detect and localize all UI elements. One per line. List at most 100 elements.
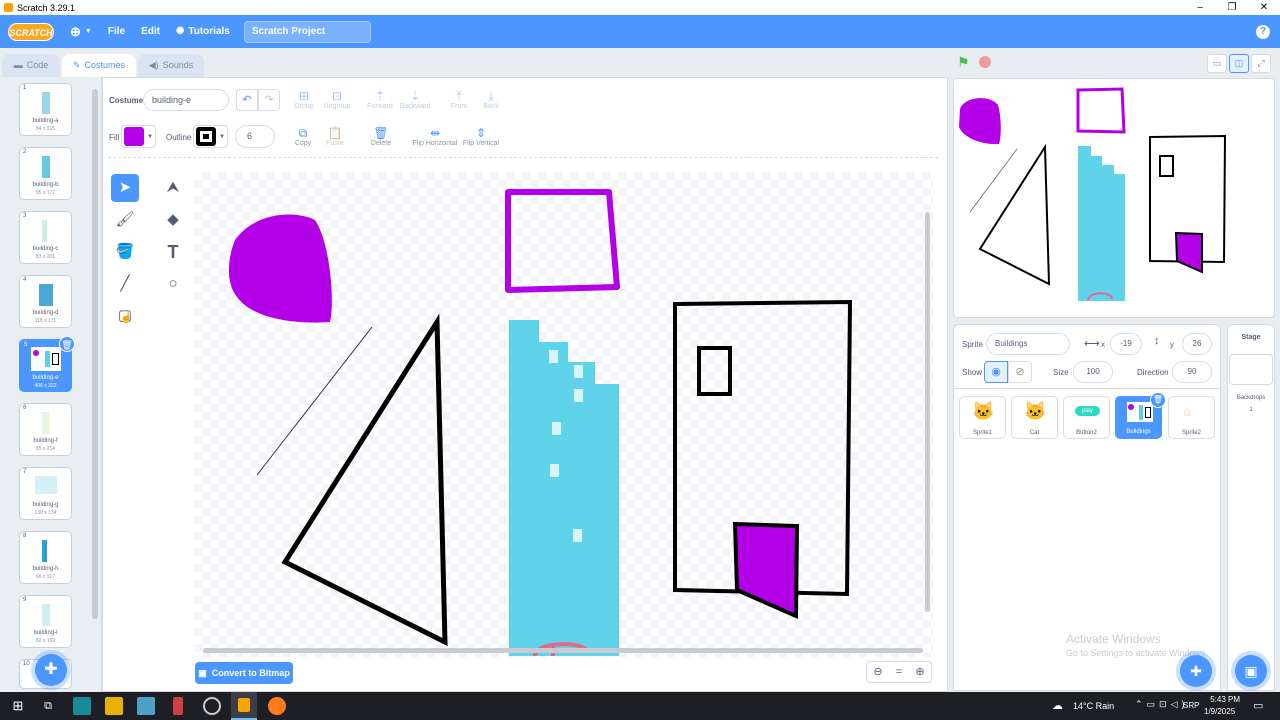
y-input[interactable]: 26 [1182, 333, 1212, 355]
costume-thumbnail [42, 540, 47, 562]
eraser-tool[interactable]: ◆ [159, 206, 187, 234]
small-stage-icon[interactable]: ▭ [1207, 54, 1227, 73]
direction-input[interactable]: 90 [1172, 361, 1212, 383]
delete-costume-icon[interactable]: 🗑 [59, 336, 75, 352]
circle-tool[interactable]: ○ [159, 270, 187, 298]
restore-button[interactable]: ❐ [1216, 0, 1248, 15]
zoom-reset-button[interactable]: = [889, 662, 909, 682]
front-button[interactable]: ⤒ Front [448, 89, 470, 110]
taskbar-app-icon[interactable] [73, 697, 91, 715]
edit-menu[interactable]: Edit [141, 26, 160, 37]
costume-name-input[interactable]: building-e [143, 89, 229, 111]
size-input[interactable]: 100 [1073, 361, 1113, 383]
weather-text[interactable]: 14°C Rain [1073, 701, 1114, 711]
clock-time[interactable]: 5:43 PM [1208, 695, 1240, 704]
sprite-name-input[interactable]: Buildings [986, 333, 1070, 355]
zoom-in-icon[interactable]: ⊕ [910, 662, 930, 682]
clock-date[interactable]: 1/9/2025 [1204, 707, 1235, 716]
language-menu[interactable]: ⊕ ▼ [70, 24, 92, 40]
system-tray-icons[interactable]: ⌃▭⊡◁) [1135, 699, 1189, 710]
group-button[interactable]: ⊞ Group [292, 89, 316, 110]
project-title-input[interactable]: Scratch Project [243, 20, 371, 43]
select-tool[interactable]: ➤ [111, 174, 139, 202]
costume-item[interactable]: 7 building-g 130 x 134 [19, 467, 72, 520]
convert-to-bitmap-button[interactable]: ▣ Convert to Bitmap [195, 662, 293, 684]
add-backdrop-button[interactable]: ▣ [1235, 655, 1267, 687]
reshape-tool[interactable]: ⮝ [159, 174, 187, 202]
sprite-tile[interactable]: 🐱 Cat [1011, 396, 1058, 439]
file-explorer-icon[interactable] [105, 697, 123, 715]
windows-start-icon[interactable]: ⊞ [9, 697, 27, 715]
stage-preview[interactable] [953, 78, 1275, 318]
sprite-tile[interactable]: play Button2 [1063, 396, 1110, 439]
taskbar-app-icon[interactable] [173, 697, 183, 715]
eye-icon[interactable]: ◉ [984, 361, 1008, 383]
tab-code[interactable]: ▬ Code [2, 54, 60, 77]
green-flag-icon[interactable]: ⚑ [957, 54, 970, 71]
stop-icon[interactable] [979, 56, 991, 68]
backward-button[interactable]: ⇣ Backward [398, 89, 432, 110]
brush-tool[interactable]: 🖌 [111, 206, 139, 234]
scratch-logo[interactable]: SCRATCH [8, 22, 54, 41]
ungroup-button[interactable]: ⊡ Ungroup [322, 89, 352, 110]
flip-horizontal-button[interactable]: ⇹ Flip Horizontal [412, 126, 458, 147]
notification-icon[interactable]: ▭ [1253, 699, 1263, 712]
fullscreen-icon[interactable]: ⤢ [1251, 54, 1271, 73]
canvas-scrollbar-vertical[interactable] [925, 212, 930, 612]
costume-item[interactable]: 1 building-a 84 x 215 [19, 83, 72, 136]
outline-width-input[interactable]: 6 [235, 125, 275, 148]
costume-item[interactable]: 6 building-f 85 x 214 [19, 403, 72, 456]
copy-button[interactable]: ⧉ Copy [291, 126, 315, 147]
costume-item-selected[interactable]: 5 building-e 406 x 322 🗑 [19, 336, 75, 392]
costume-item[interactable]: 2 building-b 95 x 172 [19, 147, 72, 200]
minimize-button[interactable]: – [1184, 0, 1216, 15]
firefox-icon[interactable] [268, 697, 286, 715]
line-tool[interactable]: ╱ [111, 270, 139, 298]
scratch-taskbar-icon[interactable] [231, 692, 257, 720]
tab-sounds[interactable]: ◀) Sounds [138, 54, 204, 77]
costume-item[interactable]: 4 building-d 118 x 171 [19, 275, 72, 328]
add-costume-button[interactable]: ✚ [35, 654, 67, 686]
forward-button[interactable]: ⇡ Forward [364, 89, 396, 110]
close-button[interactable]: ✕ [1248, 0, 1280, 15]
group-icon: ⊞ [298, 89, 310, 103]
backward-label: Backward [399, 103, 431, 110]
costume-list-scrollbar[interactable] [92, 89, 98, 619]
undo-icon[interactable]: ↶ [236, 89, 258, 111]
backdrop-thumbnail[interactable] [1229, 354, 1273, 385]
taskbar-app-icon[interactable] [137, 697, 155, 715]
tab-costumes[interactable]: ✎ Costumes [62, 54, 136, 77]
taskbar-app-icon[interactable] [203, 697, 221, 715]
canvas-scrollbar-horizontal[interactable] [203, 648, 923, 653]
text-tool[interactable]: T [159, 238, 187, 266]
sprite-tile[interactable]: ☼ Sprite2 [1168, 396, 1215, 439]
flip-vertical-button[interactable]: ⇕ Flip Vertical [462, 126, 500, 147]
outline-color-picker[interactable]: ▼ [193, 125, 228, 148]
fill-color-picker[interactable]: ▼ [121, 125, 156, 148]
language-indicator[interactable]: SRP [1183, 701, 1199, 710]
zoom-out-icon[interactable]: ⊖ [868, 662, 888, 682]
fill-tool[interactable]: 🪣 [111, 238, 139, 266]
back-button[interactable]: ⤓ Back [480, 89, 502, 110]
costume-item[interactable]: 9 building-i 82 x 169 [19, 595, 72, 648]
tutorials-menu[interactable]: ✺ Tutorials [176, 26, 230, 37]
task-view-icon[interactable]: ⧉ [39, 697, 57, 715]
file-menu[interactable]: File [108, 26, 125, 37]
help-icon[interactable]: ? [1256, 24, 1270, 39]
large-stage-icon[interactable]: ◫ [1229, 54, 1249, 73]
costume-item[interactable]: 8 building-h 66 x 317 [19, 531, 72, 584]
eye-slash-icon[interactable]: ⊘ [1008, 361, 1032, 383]
add-sprite-button[interactable]: ✚ [1180, 655, 1212, 687]
costume-size: 83 x 201 [35, 254, 56, 260]
drawing-canvas[interactable] [195, 172, 933, 657]
globe-icon: ⊕ [70, 23, 81, 39]
redo-icon[interactable]: ↷ [258, 89, 280, 111]
costume-name: building-b [32, 182, 59, 188]
sprite-tile[interactable]: 🐱 Sprite1 [959, 396, 1006, 439]
delete-sprite-icon[interactable]: 🗑 [1150, 392, 1166, 408]
sprite-tile-selected[interactable]: Buildings 🗑 [1115, 392, 1166, 439]
delete-button[interactable]: 🗑 Delete [367, 126, 395, 147]
x-input[interactable]: -19 [1110, 333, 1142, 355]
paste-button[interactable]: 📋 Paste [322, 126, 348, 147]
costume-item[interactable]: 3 building-c 83 x 201 [19, 211, 72, 264]
